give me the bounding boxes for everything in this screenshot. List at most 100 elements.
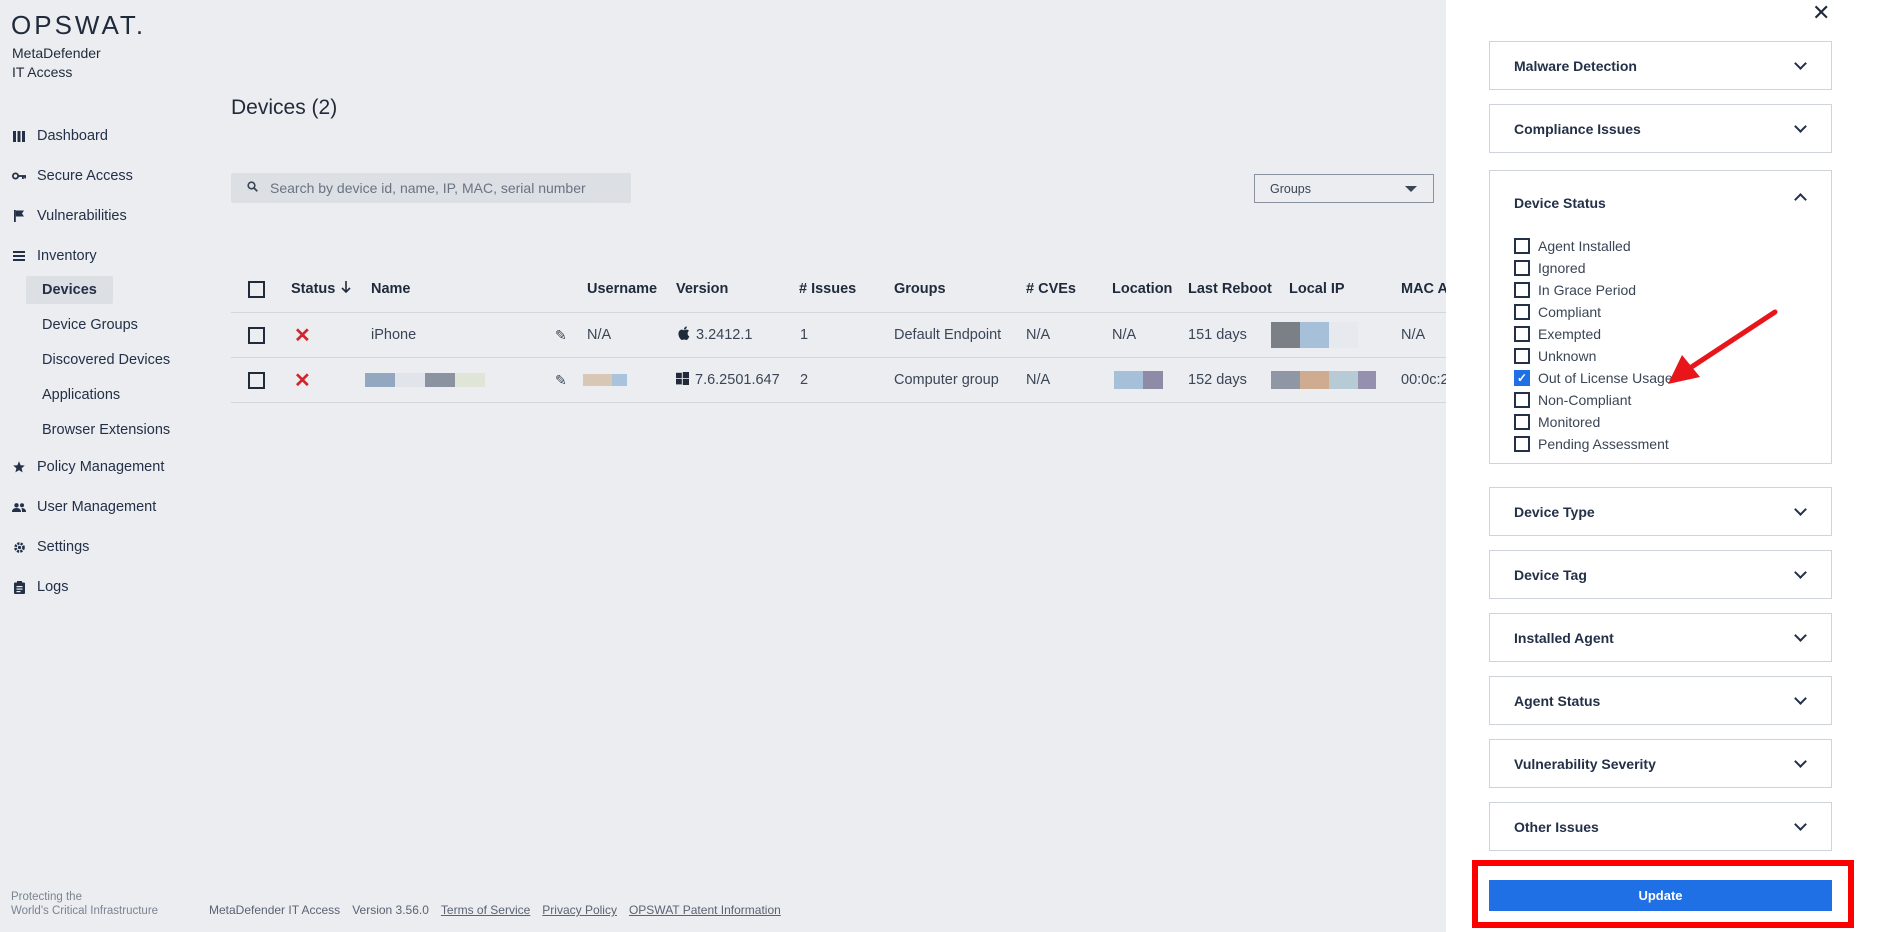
nav-item-logs[interactable]: Logs <box>0 567 215 607</box>
subnav-label: Device Groups <box>42 316 138 333</box>
groups-dropdown-label: Groups <box>1270 181 1311 196</box>
patent-link[interactable]: OPSWAT Patent Information <box>629 903 781 917</box>
filter-agent-status[interactable]: Agent Status <box>1489 676 1832 725</box>
accordion-header[interactable]: Device Status <box>1490 171 1831 235</box>
subnav-browser-extensions[interactable]: Browser Extensions <box>0 412 215 447</box>
subnav-device-groups[interactable]: Device Groups <box>0 307 215 342</box>
option-agent-installed[interactable]: Agent Installed <box>1514 235 1831 257</box>
close-icon[interactable]: ✕ <box>1812 0 1830 26</box>
checkbox[interactable] <box>1514 392 1530 408</box>
privacy-link[interactable]: Privacy Policy <box>542 903 617 917</box>
accordion-header[interactable]: Device Type <box>1490 488 1831 535</box>
col-version[interactable]: Version <box>676 266 728 312</box>
checkbox[interactable] <box>1514 304 1530 320</box>
update-button[interactable]: Update <box>1489 880 1832 911</box>
accordion-header[interactable]: Compliance Issues <box>1490 105 1831 152</box>
checkbox[interactable] <box>1514 326 1530 342</box>
accordion-header[interactable]: Agent Status <box>1490 677 1831 724</box>
accordion-header[interactable]: Malware Detection <box>1490 42 1831 89</box>
nav-item-settings[interactable]: Settings <box>0 527 215 567</box>
page-footer: MetaDefender IT Access Version 3.56.0 Te… <box>209 903 781 917</box>
filter-other-issues[interactable]: Other Issues <box>1489 802 1832 851</box>
status-error-icon: ✕ <box>294 369 311 392</box>
column-label: Groups <box>894 281 946 297</box>
col-username[interactable]: Username <box>587 266 657 312</box>
column-label: Status <box>291 281 336 297</box>
accordion-header[interactable]: Device Tag <box>1490 551 1831 598</box>
option-ignored[interactable]: Ignored <box>1514 257 1831 279</box>
apple-icon <box>678 326 690 344</box>
flag-icon <box>12 209 26 223</box>
nav-item-policy-management[interactable]: Policy Management <box>0 447 215 487</box>
checkbox[interactable] <box>1514 348 1530 364</box>
nav-label: Dashboard <box>37 128 108 144</box>
checkbox[interactable] <box>1514 414 1530 430</box>
username-redacted <box>583 358 627 402</box>
clipboard-icon <box>12 580 26 594</box>
col-name[interactable]: Name <box>371 266 411 312</box>
col-local-ip[interactable]: Local IP <box>1289 266 1345 312</box>
nav-item-vulnerabilities[interactable]: Vulnerabilities <box>0 196 215 236</box>
edit-icon[interactable]: ✎ <box>555 327 567 344</box>
chevron-down-icon <box>1794 629 1807 642</box>
opswat-logo[interactable]: OPSWAT. <box>11 10 146 41</box>
row-checkbox[interactable] <box>248 326 265 344</box>
filter-device-type[interactable]: Device Type <box>1489 487 1832 536</box>
column-label: Version <box>676 281 729 297</box>
device-name[interactable]: iPhone <box>371 313 416 357</box>
nav-item-inventory[interactable]: Inventory <box>0 236 215 276</box>
filter-compliance-issues[interactable]: Compliance Issues <box>1489 104 1832 153</box>
accordion-header[interactable]: Installed Agent <box>1490 614 1831 661</box>
version-text: 7.6.2501.647 <box>695 372 780 388</box>
subnav-applications[interactable]: Applications <box>0 377 215 412</box>
checkbox[interactable] <box>1514 282 1530 298</box>
option-in-grace-period[interactable]: In Grace Period <box>1514 279 1831 301</box>
column-label: # CVEs <box>1026 281 1076 297</box>
col-cves[interactable]: # CVEs <box>1026 266 1076 312</box>
edit-icon[interactable]: ✎ <box>555 372 567 389</box>
subnav-label: Devices <box>26 275 113 304</box>
subnav-devices[interactable]: Devices <box>0 272 215 307</box>
checkbox[interactable] <box>1514 260 1530 276</box>
product-name: MetaDefender IT Access <box>12 44 101 82</box>
col-status[interactable]: Status <box>291 266 351 312</box>
dashboard-icon <box>12 129 26 143</box>
table-row[interactable]: ✕ ✎ 7.6.2501.647 2 Computer group N/A 15… <box>231 358 1457 403</box>
option-non-compliant[interactable]: Non-Compliant <box>1514 389 1831 411</box>
accordion-header[interactable]: Other Issues <box>1490 803 1831 850</box>
checkbox[interactable] <box>1514 238 1530 254</box>
accordion-header[interactable]: Vulnerability Severity <box>1490 740 1831 787</box>
table-row[interactable]: ✕ iPhone ✎ N/A 3.2412.1 1 Default Endpoi… <box>231 313 1446 358</box>
cves-cell: N/A <box>1026 372 1051 388</box>
filter-vulnerability-severity[interactable]: Vulnerability Severity <box>1489 739 1832 788</box>
row-checkbox[interactable] <box>248 371 265 389</box>
nav-item-secure-access[interactable]: Secure Access <box>0 156 215 196</box>
filter-malware-detection[interactable]: Malware Detection <box>1489 41 1832 90</box>
checkbox[interactable] <box>1514 436 1530 452</box>
filter-installed-agent[interactable]: Installed Agent <box>1489 613 1832 662</box>
col-issues[interactable]: # Issues <box>799 266 856 312</box>
nav-item-dashboard[interactable]: Dashboard <box>0 116 215 156</box>
column-label: Last Reboot <box>1188 281 1272 297</box>
subnav-discovered-devices[interactable]: Discovered Devices <box>0 342 215 377</box>
checkbox-checked[interactable]: ✓ <box>1514 370 1530 386</box>
product-line-2: IT Access <box>12 64 73 80</box>
device-name-redacted[interactable] <box>365 358 485 402</box>
windows-icon <box>676 371 689 389</box>
option-monitored[interactable]: Monitored <box>1514 411 1831 433</box>
select-all-checkbox[interactable] <box>248 280 265 298</box>
option-pending-assessment[interactable]: Pending Assessment <box>1514 433 1831 455</box>
terms-link[interactable]: Terms of Service <box>441 903 530 917</box>
groups-dropdown[interactable]: Groups <box>1254 174 1434 203</box>
col-last-reboot[interactable]: Last Reboot <box>1188 266 1272 312</box>
nav-item-user-management[interactable]: User Management <box>0 487 215 527</box>
issues-cell: 2 <box>800 372 809 388</box>
select-all-cell <box>248 266 265 312</box>
filter-device-tag[interactable]: Device Tag <box>1489 550 1832 599</box>
search-input[interactable] <box>270 180 610 196</box>
reboot-cell: 152 days <box>1188 372 1247 388</box>
col-location[interactable]: Location <box>1112 266 1172 312</box>
device-search[interactable] <box>231 173 631 203</box>
col-groups[interactable]: Groups <box>894 266 946 312</box>
username-cell: N/A <box>587 327 612 343</box>
